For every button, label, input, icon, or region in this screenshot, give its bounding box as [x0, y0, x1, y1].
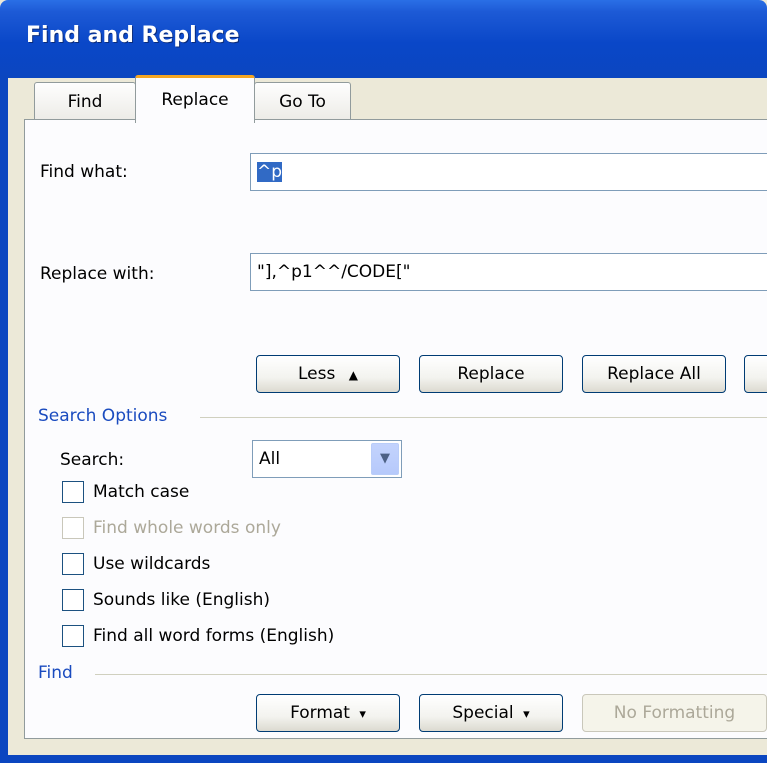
window-frame-bottom	[0, 755, 767, 763]
title-bar[interactable]: Find and Replace	[0, 0, 767, 78]
dropdown-arrow-icon: ▾	[523, 707, 530, 722]
search-direction-label: Search:	[60, 450, 125, 470]
replace-with-label: Replace with:	[40, 264, 155, 284]
search-direction-value: All	[259, 449, 281, 469]
format-button-label: Format	[290, 703, 350, 723]
match-case-label: Match case	[93, 482, 190, 502]
find-whole-words-label: Find whole words only	[93, 518, 281, 538]
dropdown-arrow-icon: ▾	[359, 707, 366, 722]
less-button[interactable]: Less ▲	[256, 355, 400, 393]
tab-find[interactable]: Find	[34, 82, 136, 121]
find-all-word-forms-checkbox[interactable]	[62, 625, 84, 647]
no-formatting-button: No Formatting	[582, 694, 767, 732]
collapse-up-icon: ▲	[348, 368, 358, 382]
less-button-label: Less	[298, 364, 336, 384]
use-wildcards-label: Use wildcards	[93, 554, 211, 574]
replace-tab-panel	[24, 119, 767, 739]
replace-button-label: Replace	[457, 364, 525, 384]
special-button[interactable]: Special ▾	[419, 694, 563, 732]
find-what-input[interactable]: ^p	[250, 153, 767, 191]
find-section-divider	[95, 674, 767, 675]
search-options-divider	[200, 417, 767, 418]
search-options-heading: Search Options	[38, 406, 168, 426]
no-formatting-button-label: No Formatting	[613, 703, 736, 723]
find-replace-dialog: Find and Replace Find Replace Go To Find…	[0, 0, 767, 763]
find-what-label: Find what:	[40, 162, 128, 182]
find-what-value: ^p	[257, 162, 283, 182]
tab-replace[interactable]: Replace	[135, 75, 255, 123]
replace-button[interactable]: Replace	[419, 355, 563, 393]
find-whole-words-checkbox	[62, 517, 84, 539]
use-wildcards-checkbox[interactable]	[62, 553, 84, 575]
tab-go-to-label: Go To	[279, 92, 326, 112]
sounds-like-checkbox[interactable]	[62, 589, 84, 611]
window-title: Find and Replace	[26, 23, 240, 48]
find-next-button[interactable]	[744, 355, 767, 393]
match-case-checkbox[interactable]	[62, 481, 84, 503]
sounds-like-label: Sounds like (English)	[93, 590, 270, 610]
tab-find-label: Find	[67, 92, 103, 112]
window-frame-left	[0, 78, 8, 763]
find-section-heading: Find	[38, 663, 73, 683]
tab-go-to[interactable]: Go To	[254, 82, 351, 121]
replace-all-button-label: Replace All	[607, 364, 701, 384]
search-direction-select[interactable]: All ▼	[252, 440, 402, 478]
format-button[interactable]: Format ▾	[256, 694, 400, 732]
chevron-down-icon[interactable]: ▼	[371, 443, 399, 475]
replace-all-button[interactable]: Replace All	[582, 355, 726, 393]
find-all-word-forms-label: Find all word forms (English)	[93, 626, 335, 646]
tab-replace-label: Replace	[161, 90, 229, 110]
replace-with-value: "],^p1^^/CODE["	[257, 262, 411, 282]
replace-with-input[interactable]: "],^p1^^/CODE["	[250, 253, 767, 291]
special-button-label: Special	[452, 703, 514, 723]
